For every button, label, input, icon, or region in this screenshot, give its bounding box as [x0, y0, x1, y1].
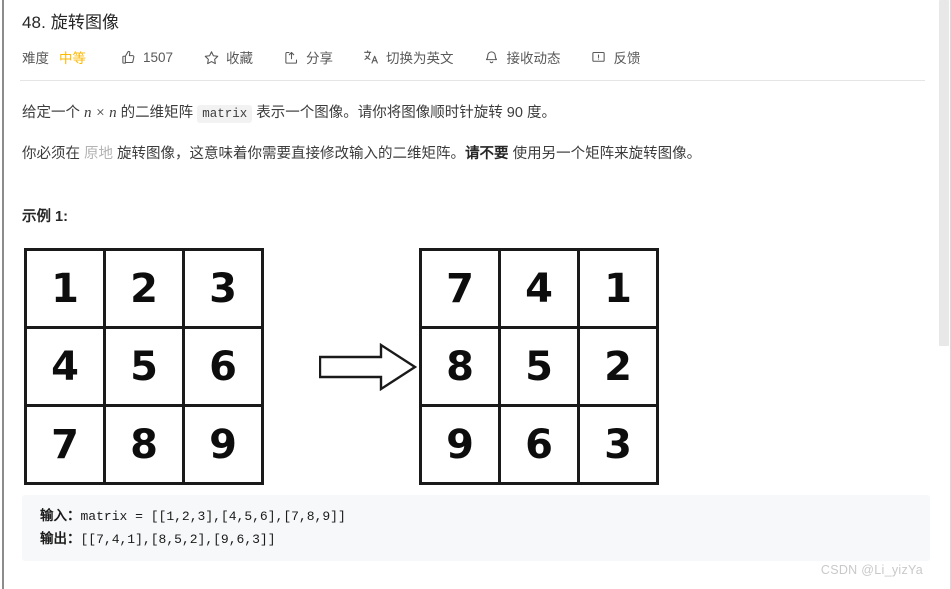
- matrix-cell: 6: [501, 407, 580, 485]
- like-button[interactable]: 1507: [120, 49, 173, 65]
- like-count: 1507: [143, 49, 174, 65]
- example-figure: 1 2 3 4 5 6 7 8 9 7 4 1 8 5 2 9 6 3: [24, 248, 659, 485]
- header-divider: [20, 80, 925, 81]
- input-value: matrix = [[1,2,3],[4,5,6],[7,8,9]]: [80, 509, 346, 524]
- matrix-cell: 9: [422, 407, 501, 485]
- thumbs-up-icon: [120, 49, 136, 65]
- vertical-scrollbar[interactable]: [937, 0, 951, 589]
- output-matrix: 7 4 1 8 5 2 9 6 3: [419, 248, 659, 485]
- code-row-input: 输入：matrix = [[1,2,3],[4,5,6],[7,8,9]]: [40, 505, 930, 528]
- favorite-button[interactable]: 收藏: [203, 47, 253, 67]
- matrix-cell: 8: [422, 329, 501, 407]
- description-line-2: 你必须在 原地 旋转图像，这意味着你需要直接修改输入的二维矩阵。请不要 使用另一…: [22, 141, 930, 167]
- matrix-cell: 1: [580, 251, 659, 329]
- star-icon: [203, 49, 219, 65]
- in-place-link[interactable]: 原地: [84, 146, 113, 162]
- matrix-cell: 8: [106, 407, 185, 485]
- desc1-variable: n × n: [84, 105, 117, 121]
- feedback-button[interactable]: 反馈: [591, 47, 641, 67]
- matrix-cell: 3: [580, 407, 659, 485]
- input-label: 输入：: [40, 508, 81, 524]
- subscribe-label: 接收动态: [506, 51, 561, 66]
- feedback-icon: [591, 49, 607, 65]
- example-heading: 示例 1:: [22, 209, 68, 225]
- difficulty-value: 中等: [59, 51, 86, 66]
- favorite-label: 收藏: [226, 51, 254, 66]
- difficulty-label: 难度: [22, 51, 49, 66]
- input-matrix: 1 2 3 4 5 6 7 8 9: [24, 248, 264, 485]
- difficulty-group: 难度 中等: [22, 47, 86, 67]
- scrollbar-thumb[interactable]: [939, 0, 949, 346]
- feedback-label: 反馈: [613, 51, 641, 66]
- matrix-cell: 4: [27, 329, 106, 407]
- matrix-cell: 9: [185, 407, 264, 485]
- translate-icon: [363, 49, 379, 65]
- right-arrow-outline-icon: [318, 342, 418, 392]
- translate-button[interactable]: 切换为英文: [363, 47, 454, 67]
- matrix-cell: 4: [501, 251, 580, 329]
- problem-toolbar: 难度 中等 1507 收藏 分享 切换为英文 接收动态 反馈: [0, 35, 930, 71]
- matrix-cell: 7: [422, 251, 501, 329]
- code-row-output: 输出：[[7,4,1],[8,5,2],[9,6,3]]: [40, 528, 930, 551]
- matrix-cell: 5: [106, 329, 185, 407]
- matrix-cell: 1: [27, 251, 106, 329]
- matrix-cell: 6: [185, 329, 264, 407]
- translate-label: 切换为英文: [386, 51, 454, 66]
- bell-icon: [484, 49, 500, 65]
- description-line-1: 给定一个 n × n 的二维矩阵 matrix 表示一个图像。请你将图像顺时针旋…: [22, 100, 930, 127]
- problem-description: 给定一个 n × n 的二维矩阵 matrix 表示一个图像。请你将图像顺时针旋…: [0, 100, 930, 167]
- desc2-part1: 你必须在: [22, 146, 85, 162]
- share-icon: [283, 49, 299, 65]
- matrix-cell: 7: [27, 407, 106, 485]
- matrix-cell: 5: [501, 329, 580, 407]
- desc1-part1: 给定一个: [22, 105, 85, 121]
- desc2-part2: 旋转图像，这意味着你需要直接修改输入的二维矩阵。: [113, 146, 466, 162]
- desc2-part3: 使用另一个矩阵来旋转图像。: [508, 146, 702, 162]
- desc1-code-matrix: matrix: [197, 105, 253, 123]
- page-title: 48. 旋转图像: [22, 13, 120, 32]
- output-label: 输出：: [40, 531, 81, 547]
- desc2-strong: 请不要: [465, 146, 509, 162]
- desc1-part2: 的二维矩阵: [116, 105, 198, 121]
- matrix-cell: 2: [106, 251, 185, 329]
- desc1-part3: 表示一个图像。请你将图像顺时针旋转 90 度。: [252, 105, 556, 121]
- problem-content-pane: 48. 旋转图像 难度 中等 1507 收藏 分享 切换为英文 接收动态 反馈 …: [0, 0, 930, 589]
- subscribe-button[interactable]: 接收动态: [484, 47, 561, 67]
- share-button[interactable]: 分享: [283, 47, 333, 67]
- share-label: 分享: [306, 51, 334, 66]
- matrix-cell: 2: [580, 329, 659, 407]
- example-code-block: 输入：matrix = [[1,2,3],[4,5,6],[7,8,9]] 输出…: [22, 495, 930, 561]
- matrix-cell: 3: [185, 251, 264, 329]
- output-value: [[7,4,1],[8,5,2],[9,6,3]]: [80, 532, 276, 547]
- watermark: CSDN @Li_yizYa: [820, 563, 923, 577]
